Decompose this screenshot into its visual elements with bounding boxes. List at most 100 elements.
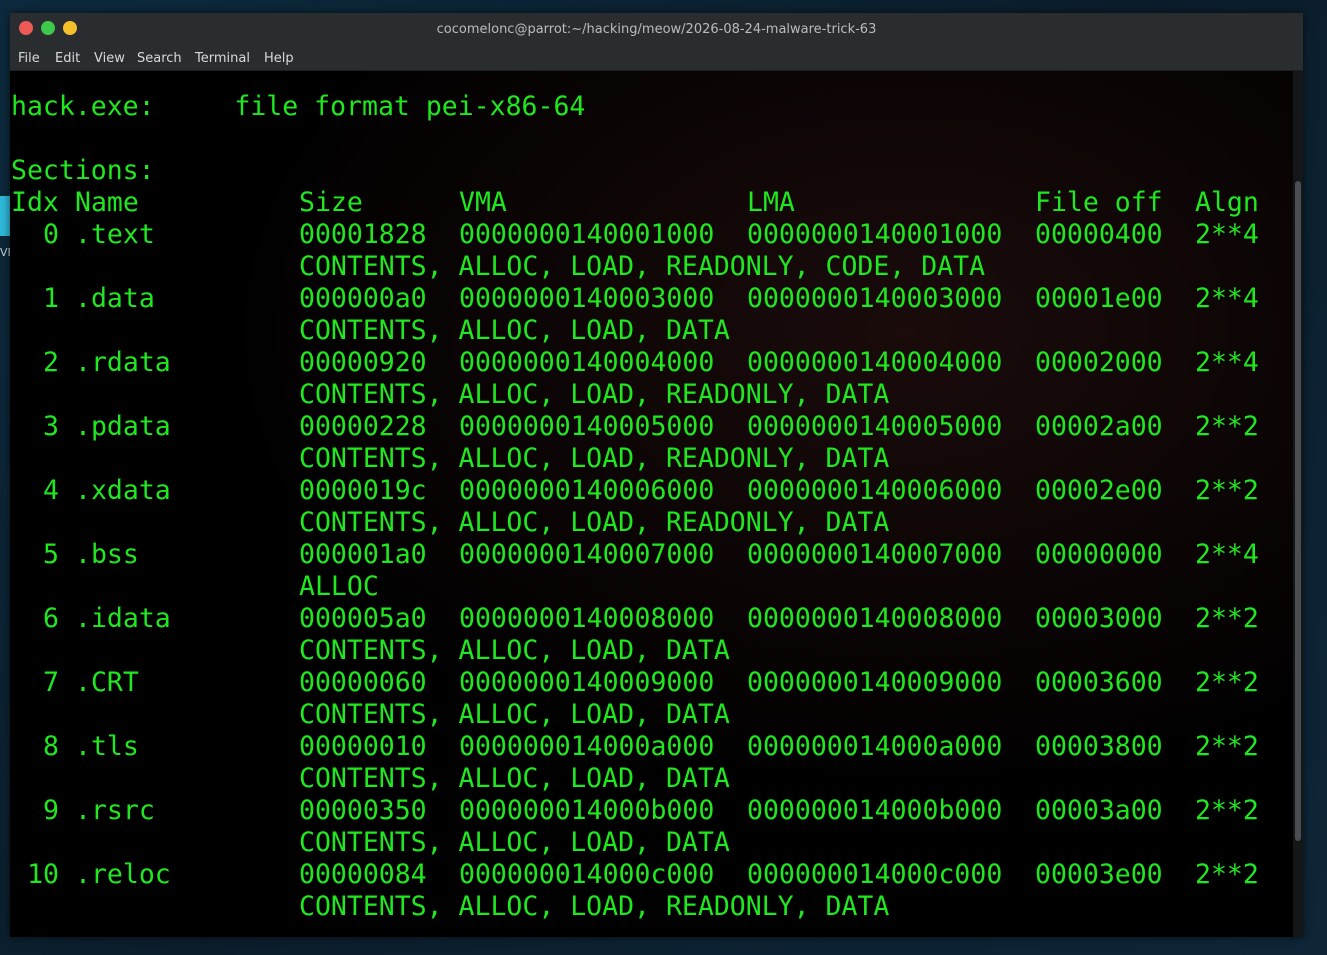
section-file-off: 00003e00 [1035,859,1163,890]
section-file-off: 00003000 [1035,603,1163,634]
window-title: cocomelonc@parrot:~/hacking/meow/2026-08… [436,22,877,37]
section-row: 1 .data 000000a0 0000000140003000 0000000140… [11,283,1291,315]
section-flags: CONTENTS, ALLOC, LOAD, READONLY, DATA [299,891,890,922]
section-flags: CONTENTS, ALLOC, LOAD, DATA [299,699,730,730]
section-algn: 2**4 [1195,347,1259,378]
section-idx: 10 [27,859,59,890]
section-lma: 0000000140006000 [747,475,1003,506]
section-idx: 3 [43,411,59,442]
menu-file[interactable]: File [18,51,40,66]
section-size: 00001828 [299,219,427,250]
section-name: .rdata [75,347,171,378]
section-idx: 5 [43,539,59,570]
section-algn: 2**2 [1195,603,1259,634]
section-algn: 2**2 [1195,475,1259,506]
section-row: 3 .pdata 00000228 0000000140005000 000000014… [11,411,1291,443]
section-name: .xdata [75,475,171,506]
terminal-window: cocomelonc@parrot:~/hacking/meow/2026-08… [10,13,1303,937]
section-file-off: 00003a00 [1035,795,1163,826]
terminal-scrollbar[interactable] [1293,71,1303,937]
section-idx: 8 [43,731,59,762]
section-name: .tls [75,731,139,762]
section-flags: CONTENTS, ALLOC, LOAD, DATA [299,827,730,858]
section-size: 00000084 [299,859,427,890]
section-lma: 000000014000a000 [747,731,1003,762]
header-lma: LMA [747,187,795,218]
section-size: 00000920 [299,347,427,378]
section-size: 000000a0 [299,283,427,314]
header-vma: VMA [459,187,507,218]
section-file-off: 00001e00 [1035,283,1163,314]
header-name: Name [75,187,139,218]
section-idx: 7 [43,667,59,698]
section-idx: 9 [43,795,59,826]
section-row: 10 .reloc 00000084 000000014000c000 00000001… [11,859,1291,891]
menu-edit[interactable]: Edit [55,51,80,66]
section-vma: 0000000140007000 [459,539,715,570]
menu-view[interactable]: View [94,51,125,66]
menu-help[interactable]: Help [264,51,294,66]
section-name: .text [75,219,155,250]
section-algn: 2**2 [1195,859,1259,890]
section-row: 2 .rdata 00000920 0000000140004000 000000014… [11,347,1291,379]
section-lma: 0000000140008000 [747,603,1003,634]
section-flags: CONTENTS, ALLOC, LOAD, DATA [299,315,730,346]
section-idx: 0 [43,219,59,250]
section-flags: CONTENTS, ALLOC, LOAD, READONLY, DATA [299,379,890,410]
section-name: .reloc [75,859,171,890]
section-flags: ALLOC [299,571,379,602]
section-name: .pdata [75,411,171,442]
section-file-off: 00000400 [1035,219,1163,250]
section-lma: 000000014000c000 [747,859,1003,890]
section-algn: 2**4 [1195,219,1259,250]
section-algn: 2**2 [1195,731,1259,762]
menu-search[interactable]: Search [137,51,182,66]
section-size: 000005a0 [299,603,427,634]
section-name: .idata [75,603,171,634]
section-lma: 000000014000b000 [747,795,1003,826]
section-vma: 0000000140004000 [459,347,715,378]
title-bar[interactable]: cocomelonc@parrot:~/hacking/meow/2026-08… [10,13,1303,46]
section-lma: 0000000140007000 [747,539,1003,570]
sections-label: Sections: [11,155,155,186]
section-size: 00000228 [299,411,427,442]
section-size: 000001a0 [299,539,427,570]
section-lma: 0000000140004000 [747,347,1003,378]
section-name: .data [75,283,155,314]
section-size: 0000019c [299,475,427,506]
section-flags: CONTENTS, ALLOC, LOAD, READONLY, DATA [299,443,890,474]
menu-terminal[interactable]: Terminal [195,51,250,66]
folder-icon[interactable] [0,196,10,236]
terminal-output[interactable]: hack.exe: file format pei-x86-64 Section… [10,71,1293,937]
section-idx: 1 [43,283,59,314]
section-vma: 000000014000a000 [459,731,715,762]
section-size: 00000010 [299,731,427,762]
header-file-off: File off [1035,187,1163,218]
section-idx: 4 [43,475,59,506]
section-file-off: 00003600 [1035,667,1163,698]
section-row: 4 .xdata 0000019c 0000000140006000 000000014… [11,475,1291,507]
section-lma: 0000000140001000 [747,219,1003,250]
section-lma: 0000000140003000 [747,283,1003,314]
section-algn: 2**4 [1195,539,1259,570]
section-name: .CRT [75,667,139,698]
section-flags: CONTENTS, ALLOC, LOAD, DATA [299,763,730,794]
section-row: 0 .text 00001828 0000000140001000 0000000140… [11,219,1291,251]
section-row: 9 .rsrc 00000350 000000014000b000 0000000140… [11,795,1291,827]
section-size: 00000350 [299,795,427,826]
scrollbar-thumb[interactable] [1295,181,1301,841]
section-vma: 0000000140001000 [459,219,715,250]
section-row: 7 .CRT 00000060 0000000140009000 00000001400… [11,667,1291,699]
section-row: 5 .bss 000001a0 0000000140007000 00000001400… [11,539,1291,571]
section-name: .rsrc [75,795,155,826]
section-lma: 0000000140005000 [747,411,1003,442]
section-algn: 2**2 [1195,411,1259,442]
section-flags: CONTENTS, ALLOC, LOAD, READONLY, CODE, D… [299,251,986,282]
section-file-off: 00000000 [1035,539,1163,570]
section-algn: 2**2 [1195,795,1259,826]
section-row: 6 .idata 000005a0 0000000140008000 000000014… [11,603,1291,635]
section-file-off: 00002e00 [1035,475,1163,506]
section-row: 8 .tls 00000010 000000014000a000 00000001400… [11,731,1291,763]
section-vma: 0000000140005000 [459,411,715,442]
section-idx: 6 [43,603,59,634]
